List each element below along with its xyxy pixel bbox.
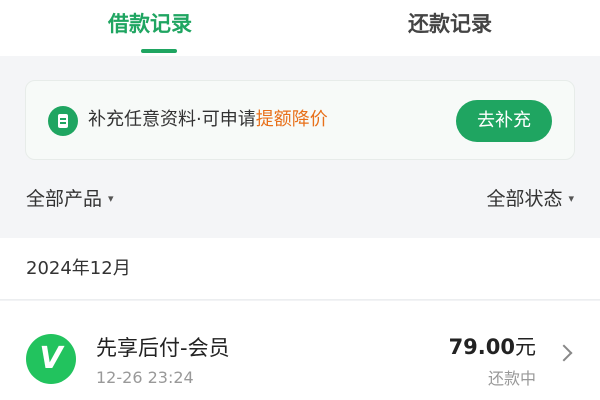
caret-down-icon: ▾ — [108, 192, 114, 205]
record-amount-value: 79.00 — [448, 335, 515, 359]
record-amount-currency: 元 — [515, 335, 536, 359]
record-timestamp: 12-26 23:24 — [96, 368, 194, 387]
record-status: 还款中 — [487, 369, 536, 388]
record-tabs: 借款记录 还款记录 — [0, 0, 600, 56]
vip-logo-icon: V — [26, 334, 76, 384]
chevron-right-icon — [555, 344, 573, 362]
banner-text-highlight: 提额降价 — [255, 109, 328, 130]
month-group-header: 2024年12月 — [0, 238, 600, 300]
filter-bar: 全部产品 ▾ 全部状态 ▾ — [0, 178, 600, 222]
product-filter-dropdown[interactable]: 全部产品 ▾ — [26, 186, 114, 212]
document-icon — [48, 106, 78, 136]
supplement-info-banner: 补充任意资料·可申请提额降价 去补充 — [25, 80, 575, 160]
status-filter-dropdown[interactable]: 全部状态 ▾ — [486, 186, 574, 212]
tab-repay-records[interactable]: 还款记录 — [300, 8, 600, 48]
active-tab-indicator — [141, 49, 177, 53]
status-filter-label: 全部状态 — [486, 188, 563, 210]
tab-borrow-records[interactable]: 借款记录 — [0, 8, 300, 48]
month-label: 2024年12月 — [26, 258, 131, 279]
supplement-button[interactable]: 去补充 — [456, 100, 552, 142]
caret-down-icon: ▾ — [568, 192, 574, 205]
banner-text: 补充任意资料·可申请提额降价 — [88, 108, 328, 132]
record-amount: 79.00元 — [449, 333, 536, 361]
loan-record-row[interactable]: V 先享后付-会员 12-26 23:24 79.00元 还款中 — [0, 301, 600, 400]
product-filter-label: 全部产品 — [26, 188, 103, 210]
record-product-name: 先享后付-会员 — [96, 336, 230, 360]
banner-text-prefix: 补充任意资料·可申请 — [88, 109, 256, 130]
